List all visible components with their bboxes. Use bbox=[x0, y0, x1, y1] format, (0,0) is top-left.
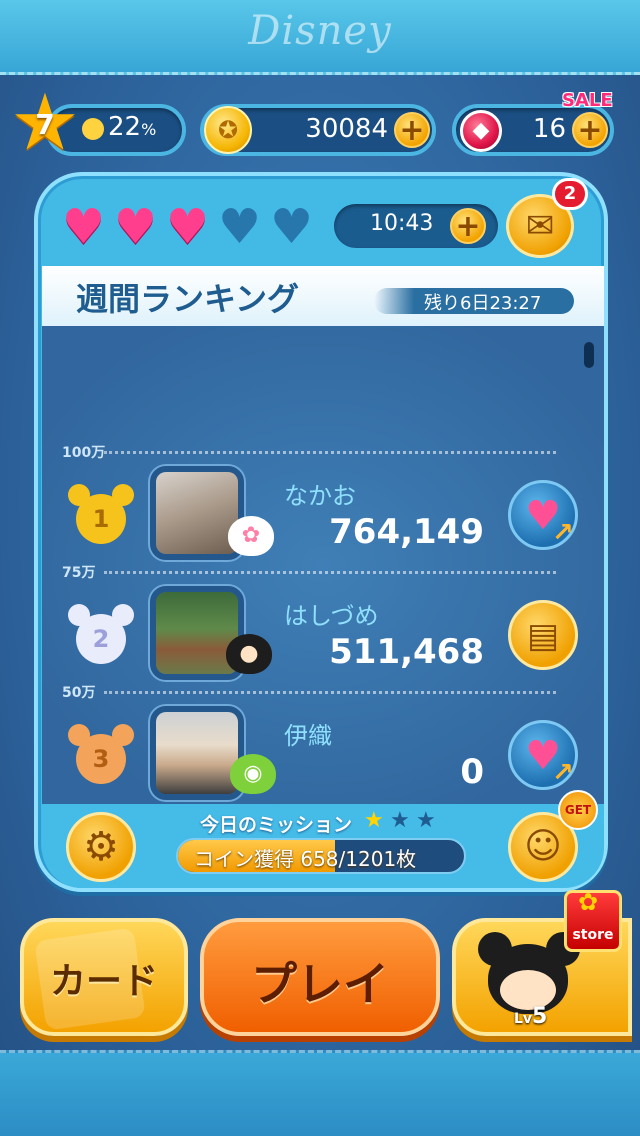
heart-empty-icon: ♥ bbox=[218, 199, 262, 255]
player-score: 0 bbox=[460, 752, 484, 792]
mission-star-filled-icon: ★ bbox=[364, 808, 384, 833]
coin-icon: ✪ bbox=[204, 106, 252, 154]
mission-progress-text: コイン獲得 658/1201枚 bbox=[194, 847, 417, 871]
score-divider bbox=[104, 571, 556, 574]
ruby-icon: ◆ bbox=[460, 110, 502, 152]
sale-tag: SALE bbox=[562, 90, 613, 111]
player-level: 7 bbox=[35, 108, 55, 141]
mission-title: 今日のミッション bbox=[200, 814, 353, 836]
player-score: 511,468 bbox=[329, 632, 484, 672]
profile-document-button[interactable]: ▤ bbox=[508, 600, 578, 670]
avatar-photo bbox=[156, 712, 238, 794]
mission-star-empty-icon: ★ bbox=[390, 808, 410, 833]
scrollbar[interactable] bbox=[584, 342, 594, 368]
heart-icon: ♥ bbox=[166, 199, 210, 255]
ranking-title: 週間ランキング bbox=[76, 280, 300, 318]
mission-star-empty-icon: ★ bbox=[416, 808, 436, 833]
heart-timer: 10:43 bbox=[370, 211, 434, 236]
player-score: 764,149 bbox=[329, 512, 484, 552]
add-hearts-button[interactable]: + bbox=[450, 208, 486, 244]
heart-icon: ♥ bbox=[62, 199, 106, 255]
settings-gear-button[interactable]: ⚙ bbox=[66, 812, 136, 882]
score-divider bbox=[104, 691, 556, 694]
gem-count: 16 bbox=[532, 114, 566, 144]
player-name: 伊織 bbox=[284, 722, 332, 750]
score-divider-label: 75万 bbox=[62, 565, 96, 581]
score-divider-label: 100万 bbox=[62, 445, 106, 461]
mickey-tsum-icon: ● bbox=[226, 634, 272, 674]
arrow-icon: ↗ bbox=[552, 758, 574, 788]
score-divider-label: 50万 bbox=[62, 685, 96, 701]
mail-badge: 2 bbox=[552, 178, 588, 210]
card-button-label: カード bbox=[49, 961, 158, 1002]
gift-bow-icon: ✿ bbox=[578, 888, 599, 916]
rank-badge: 1 bbox=[68, 484, 134, 544]
xp-icon bbox=[82, 118, 104, 140]
heart-icon: ♥ bbox=[114, 199, 158, 255]
heart-empty-icon: ♥ bbox=[270, 199, 314, 255]
player-avatar[interactable] bbox=[150, 706, 244, 800]
time-left: 残り6日23:27 bbox=[424, 293, 542, 314]
rank-badge: 2 bbox=[68, 604, 134, 664]
coin-count: 30084 bbox=[305, 114, 388, 144]
player-name: なかお bbox=[284, 482, 356, 510]
xp-percent: 22% bbox=[108, 112, 157, 142]
tsum-level: Lv5 bbox=[514, 1004, 548, 1029]
brand-logo: Disney bbox=[248, 8, 392, 54]
bottom-bar bbox=[0, 1050, 640, 1136]
mike-tsum-icon: ◉ bbox=[230, 754, 276, 794]
bunny-tsum-icon: ✿ bbox=[228, 516, 274, 556]
avatar-photo bbox=[156, 592, 238, 674]
score-divider bbox=[104, 451, 556, 454]
add-gems-button[interactable]: + bbox=[572, 112, 608, 148]
avatar-photo bbox=[156, 472, 238, 554]
add-coins-button[interactable]: + bbox=[394, 112, 430, 148]
get-badge: GET bbox=[558, 790, 598, 830]
rank-badge: 3 bbox=[68, 724, 134, 784]
arrow-icon: ↗ bbox=[552, 518, 574, 548]
player-name: はしづめ bbox=[284, 602, 379, 630]
play-button-label: プレイ bbox=[251, 957, 389, 1011]
